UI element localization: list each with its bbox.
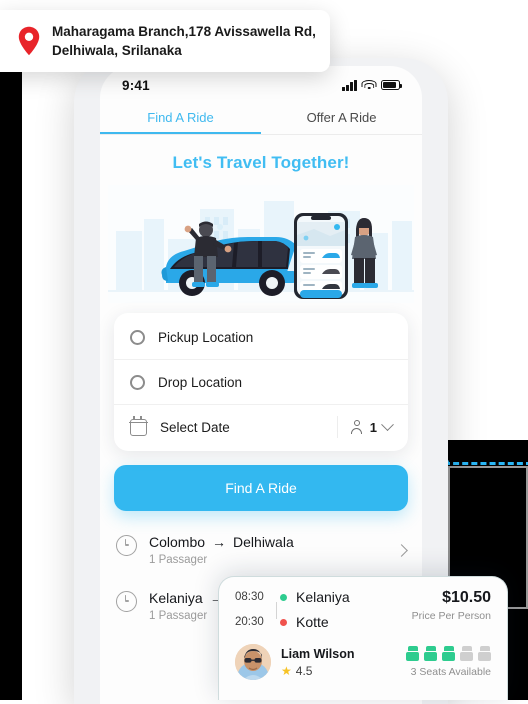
ride-passenger-count: 1 Passager — [149, 554, 208, 566]
status-time: 9:41 — [122, 77, 150, 93]
tab-find-a-ride[interactable]: Find A Ride — [100, 100, 261, 135]
timeline-arrival: 20:30 Kotte — [235, 614, 350, 630]
drop-location-field[interactable]: Drop Location — [114, 359, 408, 404]
timeline-connector — [275, 602, 277, 619]
ride-timeline: 08:30 Kelaniya 20:30 Kotte — [235, 589, 350, 630]
departure-place: Kelaniya — [296, 589, 350, 605]
wifi-icon — [361, 79, 377, 91]
ride-list-item[interactable]: Colombo → Delhiwala 1 Passager — [100, 523, 422, 579]
ride-passenger-count: 1 Passager — [149, 610, 208, 622]
avatar — [235, 644, 271, 680]
chevron-right-icon[interactable] — [395, 544, 408, 557]
person-icon — [351, 420, 364, 434]
find-a-ride-button-label: Find A Ride — [225, 480, 297, 496]
price-block: $10.50 Price Per Person — [412, 589, 491, 622]
departure-time: 08:30 — [235, 591, 264, 603]
clock-icon — [116, 535, 137, 556]
battery-icon — [381, 80, 402, 90]
timeline-departure: 08:30 Kelaniya — [235, 589, 350, 605]
ride-search-form: Pickup Location Drop Location Select Dat… — [114, 313, 408, 451]
tab-find-a-ride-label: Find A Ride — [147, 109, 214, 125]
driver-name: Liam Wilson — [281, 646, 355, 661]
select-date-label[interactable]: Select Date — [160, 420, 324, 435]
seat-icon-available — [424, 646, 437, 661]
chevron-down-icon — [381, 417, 394, 431]
circle-outline-icon — [130, 329, 145, 345]
ride-detail-card[interactable]: 08:30 Kelaniya 20:30 Kotte $10.50 Price … — [218, 576, 508, 700]
tab-offer-a-ride-label: Offer A Ride — [306, 109, 377, 125]
departure-dot-icon — [280, 593, 287, 601]
star-icon: ★ — [281, 663, 292, 678]
status-icon-group — [342, 79, 402, 91]
seat-icon-available — [442, 646, 455, 661]
seat-icon-taken — [478, 646, 491, 661]
screenshot-stage: 9:41 Find A Ride Offer A Ride Let's Trav… — [0, 0, 528, 704]
tab-bar: Find A Ride Offer A Ride — [100, 100, 422, 135]
tab-offer-a-ride[interactable]: Offer A Ride — [261, 100, 422, 134]
canvas-backdrop-left — [0, 62, 22, 700]
calendar-icon — [129, 416, 148, 436]
pickup-location-field[interactable]: Pickup Location — [114, 315, 408, 359]
clock-icon — [116, 591, 137, 612]
circle-outline-icon — [130, 374, 145, 390]
branch-address-text: Maharagama Branch,178 Avissawella Rd, De… — [52, 23, 316, 58]
map-pin-icon — [18, 26, 40, 56]
page-title: Let's Travel Together! — [172, 153, 350, 172]
ride-summary: Colombo → Delhiwala 1 Passager — [149, 534, 385, 568]
seat-icon-taken — [460, 646, 473, 661]
rideshare-illustration — [108, 185, 414, 303]
find-a-ride-button[interactable]: Find A Ride — [114, 465, 408, 511]
price-label: Price Per Person — [411, 610, 491, 622]
arrival-time: 20:30 — [235, 616, 264, 628]
arrival-place: Kotte — [296, 614, 329, 630]
pickup-location-label: Pickup Location — [158, 329, 254, 345]
arrival-dot-icon — [280, 618, 287, 626]
passenger-count-selector[interactable]: 1 — [336, 416, 394, 438]
signal-bars-icon — [342, 79, 357, 91]
drop-location-label: Drop Location — [158, 374, 243, 390]
seat-icon-group — [406, 646, 491, 661]
seat-icon-available — [406, 646, 419, 661]
driver-rating: ★ 4.5 — [281, 664, 355, 678]
arrow-right-icon: → — [212, 534, 227, 550]
driver-text: Liam Wilson ★ 4.5 — [281, 647, 355, 678]
seat-availability: 3 Seats Available — [406, 646, 491, 678]
seats-available-text: 3 Seats Available — [410, 666, 491, 678]
date-and-passenger-row: Select Date 1 — [114, 404, 408, 449]
driver-rating-value: 4.5 — [295, 663, 313, 678]
driver-info[interactable]: Liam Wilson ★ 4.5 — [235, 644, 355, 680]
passenger-count-value: 1 — [369, 419, 377, 435]
ride-destination: Delhiwala — [233, 534, 294, 550]
ride-origin: Kelaniya — [149, 590, 203, 606]
ride-origin: Colombo — [149, 534, 206, 550]
price-amount: $10.50 — [442, 589, 491, 606]
ride-detail-footer: Liam Wilson ★ 4.5 3 Seats Available — [235, 644, 491, 680]
ride-detail-header: 08:30 Kelaniya 20:30 Kotte $10.50 Price … — [235, 589, 491, 630]
branch-address-card: Maharagama Branch,178 Avissawella Rd, De… — [0, 10, 330, 72]
ride-route: Colombo → Delhiwala — [149, 534, 385, 550]
